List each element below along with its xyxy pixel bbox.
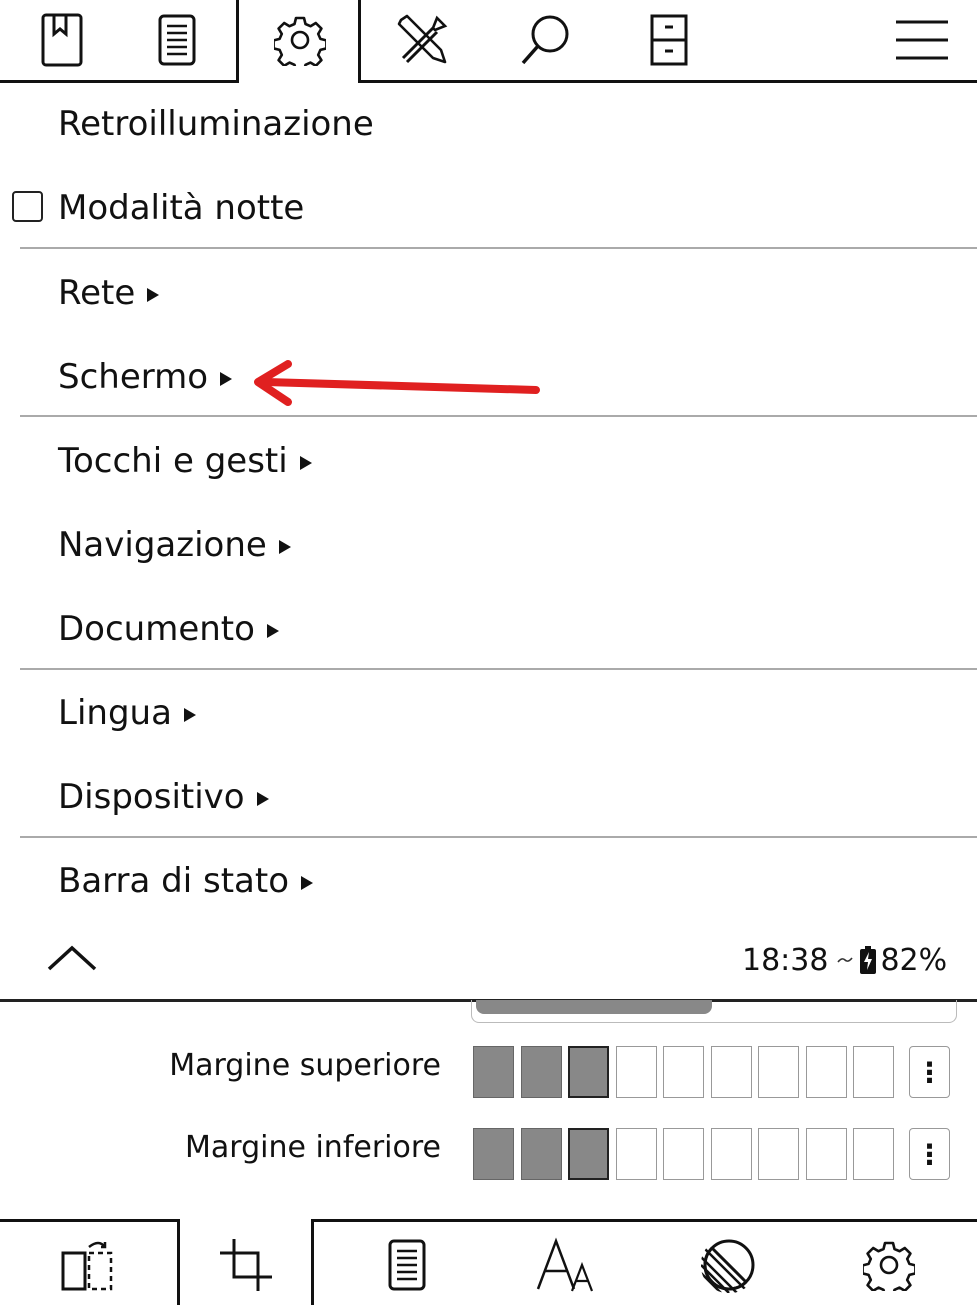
bottom-tab-border bbox=[177, 1219, 180, 1305]
file-browser-tab[interactable] bbox=[607, 0, 730, 80]
crop-icon bbox=[219, 1238, 272, 1291]
menu-item-label: Lingua bbox=[58, 693, 172, 733]
menu-item-barra-di-stato[interactable]: Barra di stato bbox=[58, 839, 314, 923]
margin-step-9[interactable] bbox=[853, 1128, 894, 1180]
wifi-off-icon bbox=[837, 957, 854, 963]
file-cabinet-icon bbox=[650, 14, 687, 66]
menu-separator bbox=[20, 247, 977, 249]
document-icon bbox=[158, 14, 195, 66]
submenu-arrow-icon bbox=[266, 624, 279, 638]
page-rotate-icon bbox=[61, 1241, 112, 1290]
margin-top-label: Margine superiore bbox=[169, 1048, 441, 1083]
margin-step-3[interactable] bbox=[568, 1046, 609, 1098]
font-tab[interactable] bbox=[506, 1222, 629, 1307]
top-toolbar bbox=[0, 0, 977, 83]
menu-item-label: Schermo bbox=[58, 357, 209, 397]
menu-item-label: Documento bbox=[58, 609, 255, 649]
submenu-arrow-icon bbox=[301, 876, 314, 890]
margin-step-2[interactable] bbox=[521, 1128, 562, 1180]
margin-bottom-more-button[interactable]: ⋮ bbox=[909, 1128, 950, 1180]
margin-step-3[interactable] bbox=[568, 1128, 609, 1180]
tools-icon bbox=[397, 14, 447, 64]
margin-step-5[interactable] bbox=[663, 1128, 704, 1180]
menu-item-label: Modalità notte bbox=[58, 188, 305, 228]
tools-tab[interactable] bbox=[361, 0, 484, 80]
submenu-arrow-icon bbox=[147, 288, 160, 302]
page-rotate-tab[interactable] bbox=[25, 1222, 148, 1307]
margin-step-8[interactable] bbox=[806, 1128, 847, 1180]
menu-item-navigazione[interactable]: Navigazione bbox=[58, 503, 291, 587]
submenu-arrow-icon bbox=[256, 792, 269, 806]
margin-step-1[interactable] bbox=[473, 1046, 514, 1098]
main-menu-tab[interactable] bbox=[860, 0, 977, 80]
menu-item-tocchi-e-gesti[interactable]: Tocchi e gesti bbox=[58, 419, 312, 503]
menu-item-schermo[interactable]: Schermo bbox=[58, 335, 233, 419]
menu-item-label: Rete bbox=[58, 273, 136, 313]
margin-step-1[interactable] bbox=[473, 1128, 514, 1180]
menu-item-rete[interactable]: Rete bbox=[58, 251, 160, 335]
search-tab[interactable] bbox=[484, 0, 607, 80]
submenu-arrow-icon bbox=[299, 456, 312, 470]
menu-separator bbox=[20, 415, 977, 417]
margin-step-6[interactable] bbox=[711, 1046, 752, 1098]
menu-separator bbox=[20, 836, 977, 838]
contrast-tab[interactable] bbox=[667, 1222, 790, 1307]
font-size-icon bbox=[536, 1236, 593, 1291]
menu-item-lingua[interactable]: Lingua bbox=[58, 671, 196, 755]
settings-tab[interactable] bbox=[238, 0, 361, 80]
gear-icon bbox=[273, 16, 326, 66]
margin-step-7[interactable] bbox=[758, 1128, 799, 1180]
submenu-arrow-icon bbox=[183, 708, 196, 722]
submenu-arrow-icon bbox=[220, 372, 233, 386]
contrast-icon bbox=[700, 1239, 754, 1293]
search-icon bbox=[521, 15, 568, 65]
bottom-tab-border bbox=[311, 1219, 314, 1305]
hidden-slider bbox=[471, 1000, 957, 1023]
margin-bottom-selector[interactable] bbox=[473, 1128, 903, 1180]
gear-icon bbox=[862, 1241, 915, 1291]
margin-step-2[interactable] bbox=[521, 1046, 562, 1098]
crop-tab[interactable] bbox=[184, 1222, 307, 1307]
battery-charging-icon bbox=[860, 946, 877, 974]
margin-step-7[interactable] bbox=[758, 1046, 799, 1098]
margin-bottom-label: Margine inferiore bbox=[185, 1130, 441, 1165]
menu-item-label: Retroilluminazione bbox=[58, 104, 374, 144]
document-tab[interactable] bbox=[345, 1222, 468, 1307]
menu-item-label: Barra di stato bbox=[58, 861, 290, 901]
menu-item-label: Tocchi e gesti bbox=[58, 441, 288, 481]
settings-tab[interactable] bbox=[827, 1222, 950, 1307]
submenu-arrow-icon bbox=[278, 540, 291, 554]
margin-step-8[interactable] bbox=[806, 1046, 847, 1098]
annotation-arrow-icon bbox=[254, 360, 540, 406]
battery-percentage: 82% bbox=[880, 942, 948, 978]
menu-item-dispositivo[interactable]: Dispositivo bbox=[58, 755, 269, 839]
margin-top-more-button[interactable]: ⋮ bbox=[909, 1046, 950, 1098]
margin-step-4[interactable] bbox=[616, 1046, 657, 1098]
status-bar: 18:38 82% bbox=[742, 938, 947, 982]
margin-top-selector[interactable] bbox=[473, 1046, 903, 1098]
bookmark-icon bbox=[41, 13, 82, 67]
hamburger-menu-icon bbox=[895, 20, 948, 60]
menu-item-modalita-notte[interactable]: Modalità notte bbox=[58, 166, 304, 250]
bookmark-tab[interactable] bbox=[0, 0, 123, 80]
margin-step-5[interactable] bbox=[663, 1046, 704, 1098]
night-mode-checkbox[interactable] bbox=[12, 191, 43, 222]
clock-time: 18:38 bbox=[742, 942, 829, 978]
menu-item-label: Dispositivo bbox=[58, 777, 245, 817]
document-icon bbox=[388, 1239, 425, 1290]
chevron-up-icon[interactable] bbox=[46, 944, 98, 972]
menu-item-documento[interactable]: Documento bbox=[58, 587, 279, 671]
margin-step-9[interactable] bbox=[853, 1046, 894, 1098]
menu-separator bbox=[20, 668, 977, 670]
menu-item-retroilluminazione[interactable]: Retroilluminazione bbox=[58, 82, 374, 166]
margin-step-6[interactable] bbox=[711, 1128, 752, 1180]
margin-step-4[interactable] bbox=[616, 1128, 657, 1180]
document-tab[interactable] bbox=[115, 0, 238, 80]
menu-item-label: Navigazione bbox=[58, 525, 267, 565]
